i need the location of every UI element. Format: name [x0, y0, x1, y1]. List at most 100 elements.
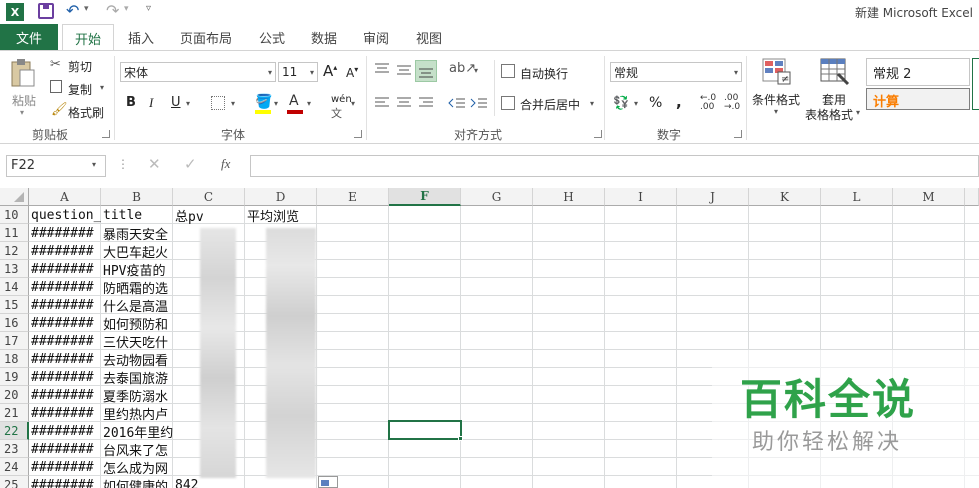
row-header-12[interactable]: 12 — [0, 242, 29, 260]
cell-a18[interactable]: ######## — [29, 350, 101, 368]
conditional-formatting-button[interactable]: 条件格式 — [752, 91, 800, 108]
cell-b24[interactable]: 怎么成为网 — [101, 458, 173, 477]
tab-file[interactable]: 文件 — [0, 24, 58, 50]
merge-center-icon[interactable] — [501, 96, 515, 110]
formula-input[interactable] — [250, 155, 979, 177]
font-launcher-icon[interactable] — [354, 130, 362, 138]
underline-dropdown-icon[interactable]: ▾ — [186, 99, 190, 108]
column-header-b[interactable]: B — [101, 188, 173, 206]
cell-a16[interactable]: ######## — [29, 314, 101, 332]
cell-b21[interactable]: 里约热内卢 — [101, 404, 173, 423]
borders-dropdown-icon[interactable]: ▾ — [231, 99, 235, 108]
cell-b20[interactable]: 夏季防溺水 — [101, 386, 173, 405]
row-header-11[interactable]: 11 — [0, 224, 29, 242]
tab-review[interactable]: 审阅 — [354, 24, 398, 50]
row-header-13[interactable]: 13 — [0, 260, 29, 278]
row-header-19[interactable]: 19 — [0, 368, 29, 386]
increase-decimal-icon[interactable]: ←.0.00 — [700, 94, 716, 112]
cell-a20[interactable]: ######## — [29, 386, 101, 404]
style-calculation[interactable]: 计算 — [866, 88, 970, 110]
column-header-k[interactable]: K — [749, 188, 821, 206]
align-top-icon[interactable] — [374, 62, 390, 79]
row-header-23[interactable]: 23 — [0, 440, 29, 458]
undo-icon[interactable]: ↶ — [66, 1, 79, 20]
font-color-dropdown-icon[interactable]: ▾ — [307, 99, 311, 108]
phonetic-dropdown-icon[interactable]: ▾ — [351, 99, 355, 108]
font-size-select[interactable]: 11 ▾ — [278, 62, 318, 82]
cell-b13[interactable]: HPV疫苗的 — [101, 260, 173, 279]
fill-color-dropdown-icon[interactable]: ▾ — [274, 99, 278, 108]
column-header-c[interactable]: C — [173, 188, 245, 206]
cell-b16[interactable]: 如何预防和 — [101, 314, 173, 333]
cell-c10[interactable]: 总pv — [173, 206, 245, 225]
cell-d10[interactable]: 平均浏览 — [245, 206, 317, 225]
decrease-decimal-icon[interactable]: .00 →.0 — [724, 94, 740, 112]
confirm-entry-icon[interactable]: ✓ — [184, 155, 197, 173]
format-as-table-icon[interactable] — [820, 58, 850, 89]
copy-dropdown-icon[interactable]: ▾ — [100, 83, 104, 92]
cell-a11[interactable]: ######## — [29, 224, 101, 242]
conditional-formatting-icon[interactable]: ≠ — [762, 58, 792, 89]
align-middle-icon[interactable] — [396, 62, 412, 79]
merge-center-button[interactable]: 合并后居中 — [520, 96, 580, 113]
tab-formulas[interactable]: 公式 — [250, 24, 294, 50]
redo-dropdown-icon[interactable]: ▾ — [124, 4, 129, 14]
column-header-a[interactable]: A — [29, 188, 101, 206]
borders-icon[interactable] — [211, 96, 225, 110]
redo-icon[interactable]: ↷ — [106, 1, 119, 20]
merge-dropdown-icon[interactable]: ▾ — [590, 99, 594, 108]
row-header-25[interactable]: 25 — [0, 476, 29, 488]
row-header-16[interactable]: 16 — [0, 314, 29, 332]
italic-button[interactable]: I — [149, 95, 153, 111]
name-box[interactable]: F22 — [6, 155, 106, 177]
grow-font-button[interactable]: A▴ — [323, 62, 337, 80]
cut-icon[interactable]: ✂ — [50, 57, 61, 72]
paste-dropdown-icon[interactable]: ▾ — [20, 108, 24, 117]
align-left-icon[interactable] — [374, 96, 390, 113]
phonetic-guide-button[interactable]: wén 文 — [331, 94, 352, 121]
increase-indent-icon[interactable] — [470, 96, 488, 113]
tab-insert[interactable]: 插入 — [118, 24, 164, 50]
copy-button[interactable]: 复制 — [68, 81, 92, 98]
cell-b18[interactable]: 去动物园看 — [101, 350, 173, 369]
align-bottom-icon[interactable] — [415, 60, 437, 82]
column-header-h[interactable]: H — [533, 188, 605, 206]
column-header-f[interactable]: F — [389, 188, 461, 206]
active-cell[interactable] — [388, 420, 462, 440]
column-header-i[interactable]: I — [605, 188, 677, 206]
cell-a14[interactable]: ######## — [29, 278, 101, 296]
fill-handle[interactable] — [458, 436, 463, 441]
column-header-d[interactable]: D — [245, 188, 317, 206]
cut-button[interactable]: 剪切 — [68, 58, 92, 75]
tab-home[interactable]: 开始 — [62, 24, 114, 51]
format-painter-button[interactable]: 格式刷 — [68, 104, 104, 121]
undo-dropdown-icon[interactable]: ▾ — [84, 4, 89, 14]
cell-b10[interactable]: title — [101, 206, 173, 224]
accounting-dropdown-icon[interactable]: ▾ — [634, 99, 638, 108]
cell-a17[interactable]: ######## — [29, 332, 101, 350]
fill-color-icon[interactable]: 🪣 — [255, 94, 272, 110]
comma-button[interactable]: , — [676, 93, 682, 111]
alignment-launcher-icon[interactable] — [594, 130, 602, 138]
customize-quick-access-icon[interactable]: ▿ — [146, 3, 151, 14]
cell-a12[interactable]: ######## — [29, 242, 101, 260]
cell-b23[interactable]: 台风来了怎 — [101, 440, 173, 459]
font-color-icon[interactable]: A — [289, 93, 299, 109]
number-format-select[interactable]: 常规 ▾ — [610, 62, 742, 82]
row-header-24[interactable]: 24 — [0, 458, 29, 476]
format-painter-icon[interactable]: 🖌 — [51, 102, 68, 117]
underline-button[interactable]: U — [171, 95, 181, 110]
format-as-table-label-2[interactable]: 表格格式 — [805, 106, 853, 123]
cell-b15[interactable]: 什么是高温 — [101, 296, 173, 315]
paste-options-icon[interactable] — [318, 476, 338, 488]
wrap-text-icon[interactable] — [501, 64, 515, 78]
row-header-20[interactable]: 20 — [0, 386, 29, 404]
font-name-select[interactable]: 宋体 ▾ — [120, 62, 276, 82]
row-header-14[interactable]: 14 — [0, 278, 29, 296]
row-header-10[interactable]: 10 — [0, 206, 29, 224]
percent-button[interactable]: % — [649, 95, 662, 111]
save-icon[interactable] — [38, 3, 54, 19]
column-header-l[interactable]: L — [821, 188, 893, 206]
orientation-icon[interactable]: ab↗ — [449, 61, 476, 76]
decrease-indent-icon[interactable] — [448, 96, 466, 113]
